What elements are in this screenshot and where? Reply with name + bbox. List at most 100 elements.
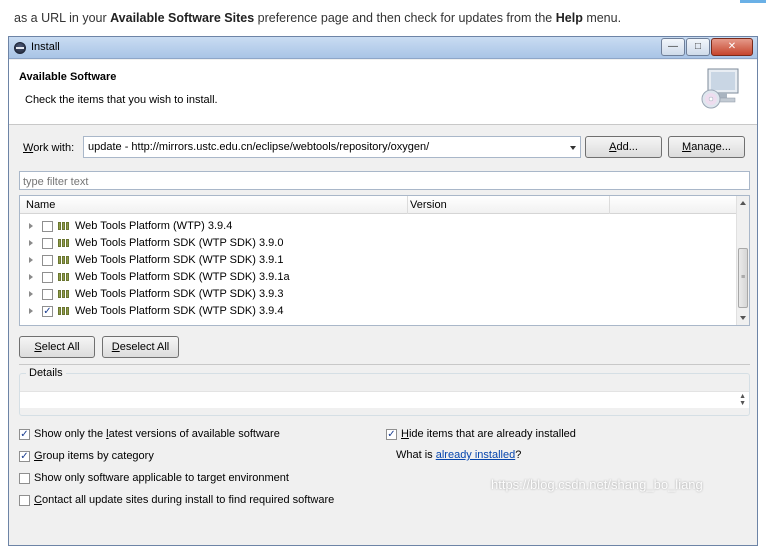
row-name: Web Tools Platform SDK (WTP SDK) 3.9.3	[75, 288, 284, 300]
separator	[19, 364, 750, 365]
deselect-all-button[interactable]: Deselect All	[102, 336, 179, 358]
expand-icon[interactable]	[29, 240, 33, 246]
column-divider[interactable]	[609, 196, 610, 214]
what-is-text: What is	[396, 449, 436, 461]
window-title: Install	[31, 41, 60, 53]
target-environment-checkbox[interactable]	[19, 473, 30, 484]
mnemonic-letter: H	[401, 428, 409, 440]
mnemonic-letter: M	[682, 141, 692, 153]
mnemonic-letter: D	[111, 341, 120, 353]
page-title: Available Software	[19, 71, 117, 83]
dialog-header: Available Software Check the items that …	[9, 60, 757, 125]
hide-installed-checkbox[interactable]: ✓	[386, 429, 397, 440]
scroll-up-arrow-icon[interactable]	[740, 201, 746, 205]
work-with-value: update - http://mirrors.ustc.edu.cn/ecli…	[88, 141, 430, 153]
expand-icon[interactable]	[29, 274, 33, 280]
expand-icon[interactable]	[29, 257, 33, 263]
already-installed-link[interactable]: already installed	[436, 449, 516, 461]
column-header-name[interactable]: Name	[26, 199, 55, 211]
software-tree[interactable]: Name Version Web Tools Platform (WTP) 3.…	[19, 195, 750, 326]
row-checkbox[interactable]	[42, 289, 53, 300]
add-button[interactable]: Add...	[585, 136, 662, 158]
label-text: ontact all update sites during install t…	[41, 494, 335, 506]
table-row[interactable]: ✓ Web Tools Platform SDK (WTP SDK) 3.9.4	[20, 303, 730, 320]
button-label: anage...	[691, 141, 731, 153]
contact-update-sites-label: Contact all update sites during install …	[34, 494, 334, 506]
install-dialog: Install — □ ✕ Available Software Check t…	[8, 36, 758, 546]
work-with-label: Work with:	[23, 142, 74, 154]
target-environment-label: Show only software applicable to target …	[34, 472, 289, 484]
scroll-down-arrow-icon[interactable]	[740, 316, 746, 320]
row-checkbox[interactable]: ✓	[42, 306, 53, 317]
manage-button[interactable]: Manage...	[668, 136, 745, 158]
maximize-button[interactable]: □	[686, 38, 710, 56]
work-with-row: Work with: update - http://mirrors.ustc.…	[9, 134, 757, 160]
button-label: elect All	[41, 341, 80, 353]
table-row[interactable]: Web Tools Platform (WTP) 3.9.4	[20, 218, 730, 235]
window-controls: — □ ✕	[660, 38, 753, 56]
latest-versions-checkbox[interactable]: ✓	[19, 429, 30, 440]
column-header-version[interactable]: Version	[410, 199, 447, 211]
row-name: Web Tools Platform SDK (WTP SDK) 3.9.1a	[75, 271, 290, 283]
scrollbar-thumb[interactable]: ≡	[738, 248, 748, 308]
mnemonic-letter: W	[23, 142, 34, 154]
select-all-button[interactable]: Select All	[19, 336, 95, 358]
row-checkbox[interactable]	[42, 255, 53, 266]
scroll-down-arrow-icon[interactable]: ▼	[739, 400, 746, 407]
row-checkbox[interactable]	[42, 272, 53, 283]
button-label: dd...	[616, 141, 638, 153]
intro-text-part: preference page and then check for updat…	[254, 11, 556, 25]
contact-update-sites-checkbox[interactable]	[19, 495, 30, 506]
feature-icon	[58, 239, 70, 247]
intro-text-part: menu.	[582, 11, 622, 25]
feature-icon	[58, 290, 70, 298]
scroll-up-arrow-icon[interactable]: ▲	[739, 393, 746, 400]
column-divider[interactable]	[407, 196, 408, 214]
close-button[interactable]: ✕	[711, 38, 753, 56]
latest-versions-label: Show only the latest versions of availab…	[34, 428, 280, 440]
page-description: Check the items that you wish to install…	[25, 94, 218, 106]
title-bar[interactable]: Install — □ ✕	[9, 37, 757, 59]
row-checkbox[interactable]	[42, 238, 53, 249]
table-row[interactable]: Web Tools Platform SDK (WTP SDK) 3.9.1	[20, 252, 730, 269]
intro-bold-sites: Available Software Sites	[110, 11, 255, 25]
label-text: ork with:	[33, 142, 75, 154]
table-row[interactable]: Web Tools Platform SDK (WTP SDK) 3.9.3	[20, 286, 730, 303]
table-row[interactable]: Web Tools Platform SDK (WTP SDK) 3.9.1a	[20, 269, 730, 286]
tree-scrollbar[interactable]: ≡	[736, 196, 749, 325]
feature-icon	[58, 307, 70, 315]
install-monitor-cd-icon	[701, 68, 739, 109]
expand-icon[interactable]	[29, 291, 33, 297]
chevron-down-icon[interactable]	[570, 146, 576, 150]
minimize-button[interactable]: —	[661, 38, 685, 56]
details-text-area[interactable]: ▲ ▼	[20, 391, 749, 408]
intro-text-part: as a URL in your	[14, 11, 111, 25]
expand-icon[interactable]	[29, 223, 33, 229]
mnemonic-letter: C	[34, 494, 42, 506]
filter-input[interactable]	[19, 171, 750, 190]
button-label: eselect All	[119, 341, 170, 353]
table-row[interactable]: Web Tools Platform SDK (WTP SDK) 3.9.0	[20, 235, 730, 252]
eclipse-icon	[14, 42, 26, 54]
watermark: https://blog.csdn.net/shang_bo_liang	[491, 477, 703, 492]
feature-icon	[58, 273, 70, 281]
mnemonic-letter: S	[34, 341, 42, 353]
row-name: Web Tools Platform SDK (WTP SDK) 3.9.0	[75, 237, 284, 249]
row-name: Web Tools Platform (WTP) 3.9.4	[75, 220, 233, 232]
hide-installed-label: Hide items that are already installed	[401, 428, 576, 440]
row-name: Web Tools Platform SDK (WTP SDK) 3.9.1	[75, 254, 284, 266]
intro-text: as a URL in your Available Software Site…	[14, 11, 734, 25]
work-with-combo[interactable]: update - http://mirrors.ustc.edu.cn/ecli…	[83, 136, 581, 158]
label-text: atest versions of available software	[108, 428, 280, 440]
row-checkbox[interactable]	[42, 221, 53, 232]
group-by-category-checkbox[interactable]: ✓	[19, 451, 30, 462]
feature-icon	[58, 222, 70, 230]
expand-icon[interactable]	[29, 308, 33, 314]
what-is-text: ?	[515, 449, 522, 461]
row-name: Web Tools Platform SDK (WTP SDK) 3.9.4	[75, 305, 284, 317]
details-label: Details	[26, 367, 66, 379]
details-group: Details ▲ ▼	[19, 367, 750, 416]
what-is-installed: What is already installed?	[396, 449, 521, 464]
table-header: Name Version	[20, 196, 736, 214]
label-text: Show only the	[34, 428, 107, 440]
